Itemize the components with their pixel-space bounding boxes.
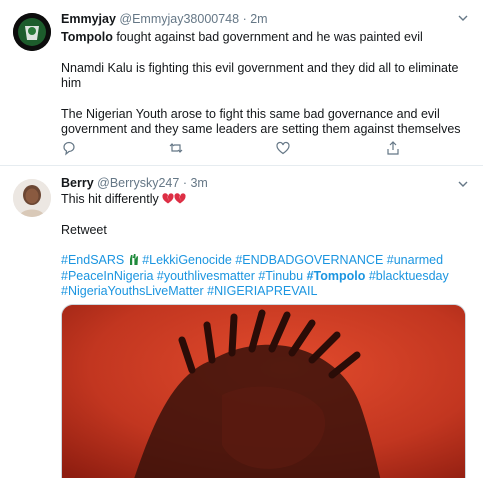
reply-icon[interactable] xyxy=(61,140,77,156)
tweet-actions xyxy=(61,140,421,156)
hashtag[interactable]: #unarmed xyxy=(387,253,443,267)
hashtag[interactable]: #LekkiGenocide xyxy=(142,253,232,267)
retweet-icon[interactable] xyxy=(168,140,184,156)
paragraph: Retweet xyxy=(61,222,107,237)
broken-heart-icon xyxy=(162,193,174,204)
handle[interactable]: @Berrysky247 xyxy=(97,176,179,190)
tweet-text: Tompolo fought against bad government an… xyxy=(61,30,469,153)
nigeria-flag-hand-icon xyxy=(129,254,138,265)
chevron-down-icon[interactable] xyxy=(457,12,469,24)
tweet-text: This hit differently Retweet #EndSARS #L… xyxy=(61,192,469,300)
tweet-header: Berry @Berrysky247 · 3m xyxy=(61,176,208,190)
timestamp[interactable]: 2m xyxy=(250,12,267,26)
handle[interactable]: @Emmyjay38000748 xyxy=(119,12,239,26)
hashtag[interactable]: #youthlivesmatter xyxy=(157,269,255,283)
timestamp[interactable]: 3m xyxy=(190,176,207,190)
hashtag[interactable]: #Tompolo xyxy=(307,269,366,283)
timeline-feed: Emmyjay @Emmyjay38000748 · 2m Tompolo fo… xyxy=(0,0,483,478)
media-video[interactable] xyxy=(61,304,466,478)
broken-heart-icon xyxy=(174,193,186,204)
hashtag[interactable]: #Tinubu xyxy=(258,269,303,283)
separator: · xyxy=(182,176,187,190)
hashtag[interactable]: #ENDBADGOVERNANCE xyxy=(235,253,383,267)
video-thumbnail xyxy=(62,305,465,478)
like-icon[interactable] xyxy=(275,140,291,156)
bold-word: Tompolo xyxy=(61,30,113,44)
hashtag-block: #EndSARS #LekkiGenocide #ENDBADGOVERNANC… xyxy=(61,253,469,300)
hashtag[interactable]: #blacktuesday xyxy=(369,269,449,283)
hashtag[interactable]: #NIGERIAPREVAIL xyxy=(207,284,317,298)
hashtag[interactable]: #EndSARS xyxy=(61,253,124,267)
share-icon[interactable] xyxy=(385,140,401,156)
tweet[interactable]: Berry @Berrysky247 · 3m This hit differe… xyxy=(0,166,483,478)
separator: · xyxy=(242,12,247,26)
display-name[interactable]: Berry xyxy=(61,176,94,190)
hashtag[interactable]: #PeaceInNigeria xyxy=(61,269,153,283)
paragraph: The Nigerian Youth arose to fight this s… xyxy=(61,106,461,137)
tweet-header: Emmyjay @Emmyjay38000748 · 2m xyxy=(61,12,268,26)
avatar[interactable] xyxy=(13,179,51,217)
text: fought against bad government and he was… xyxy=(112,30,423,44)
paragraph: Nnamdi Kalu is fighting this evil govern… xyxy=(61,60,459,91)
display-name[interactable]: Emmyjay xyxy=(61,12,116,26)
text: This hit differently xyxy=(61,192,159,206)
hashtag[interactable]: #NigeriaYouthsLiveMatter xyxy=(61,284,204,298)
avatar[interactable] xyxy=(13,13,51,51)
tweet[interactable]: Emmyjay @Emmyjay38000748 · 2m Tompolo fo… xyxy=(0,0,483,166)
chevron-down-icon[interactable] xyxy=(457,178,469,190)
